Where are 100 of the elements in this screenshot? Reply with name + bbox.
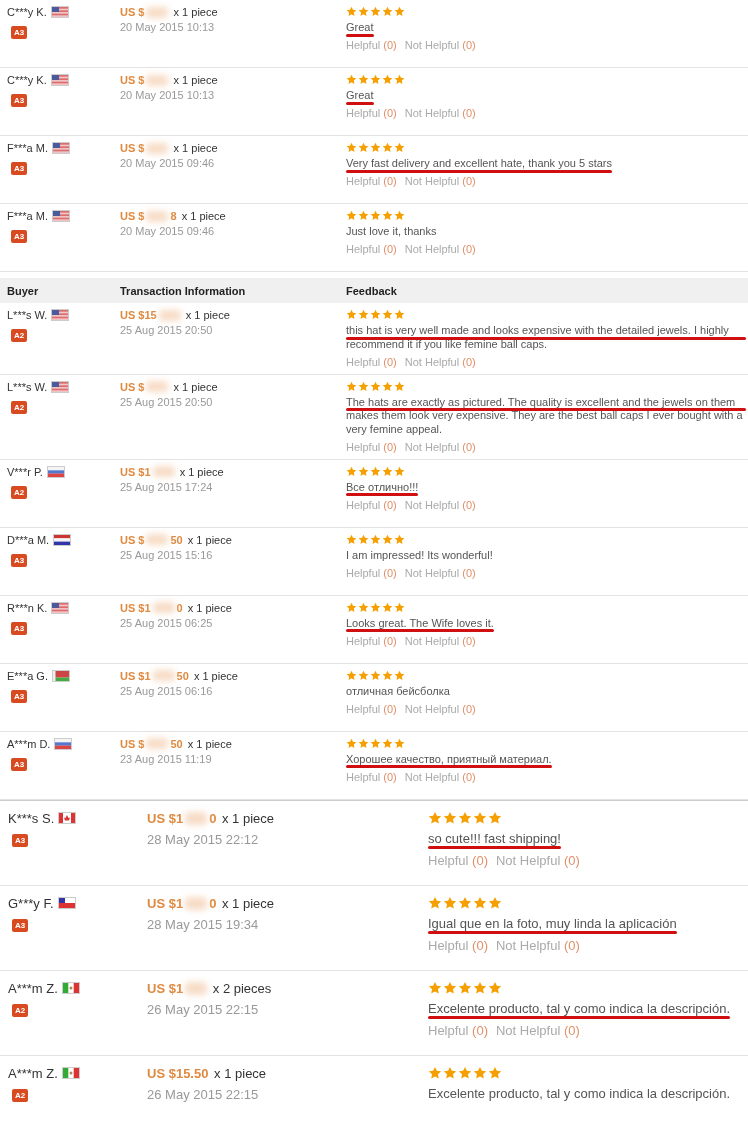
star-icon (346, 309, 357, 320)
helpful-link[interactable]: Helpful (0) (346, 355, 397, 368)
star-icon (428, 980, 442, 995)
not-helpful-link[interactable]: Not Helpful (0) (496, 1023, 580, 1038)
not-helpful-link[interactable]: Not Helpful (0) (404, 355, 476, 368)
flag-icon (57, 897, 76, 910)
flag-icon (51, 380, 70, 393)
not-helpful-link[interactable]: Not Helpful (0) (404, 440, 476, 453)
star-icon (382, 210, 393, 221)
star-icon (428, 1065, 442, 1080)
quantity: x 1 piece (221, 810, 275, 826)
star-icon (358, 74, 369, 85)
star-icon (346, 669, 357, 681)
blurred-price (185, 811, 208, 825)
not-helpful-link[interactable]: Not Helpful (0) (404, 634, 476, 647)
star-icon (370, 309, 381, 320)
star-icon (346, 380, 357, 392)
quantity: x 1 piece (172, 380, 218, 393)
order-date: 25 Aug 2015 20:50 (120, 324, 213, 336)
star-icon (473, 895, 487, 910)
order-date: 25 Aug 2015 17:24 (120, 480, 213, 493)
star-icon (382, 142, 393, 153)
not-helpful-link[interactable]: Not Helpful (0) (496, 938, 580, 953)
buyer-name: A***m D. (7, 737, 51, 750)
star-icon (382, 309, 393, 320)
star-icon (382, 380, 393, 392)
star-icon (394, 142, 405, 153)
review-text: Все отлично!!! (346, 480, 419, 495)
price: US $1 (120, 465, 151, 478)
star-icon (358, 210, 369, 221)
price: US $1 (147, 810, 184, 826)
not-helpful-link[interactable]: Not Helpful (0) (404, 770, 476, 783)
helpful-link[interactable]: Helpful (0) (428, 1023, 488, 1038)
not-helpful-link[interactable]: Not Helpful (0) (404, 242, 476, 255)
order-date: 25 Aug 2015 06:16 (120, 684, 213, 697)
order-date: 20 May 2015 10:13 (120, 89, 215, 101)
helpful-link[interactable]: Helpful (0) (346, 702, 397, 715)
not-helpful-link[interactable]: Not Helpful (0) (404, 498, 476, 511)
level-badge: A2 (12, 1003, 29, 1017)
helpful-link[interactable]: Helpful (0) (346, 38, 397, 51)
star-icon (370, 6, 381, 17)
star-icon (473, 980, 487, 995)
star-icon (358, 533, 369, 545)
price: 50 (170, 533, 183, 546)
not-helpful-link[interactable]: Not Helpful (0) (496, 853, 580, 868)
star-icon (458, 980, 472, 995)
star-icon (370, 210, 381, 221)
star-icon (394, 737, 405, 749)
helpful-link[interactable]: Helpful (0) (428, 938, 488, 953)
review-text: Just love it, thanks (346, 225, 437, 239)
order-date: 25 Aug 2015 15:16 (120, 548, 213, 561)
price: 0 (209, 895, 217, 911)
price: US $1 (120, 669, 151, 682)
star-icon (370, 74, 381, 85)
not-helpful-link[interactable]: Not Helpful (0) (404, 566, 476, 579)
helpful-link[interactable]: Helpful (0) (428, 853, 488, 868)
price: US $ (120, 210, 145, 222)
level-badge: A2 (11, 400, 28, 414)
buyer-name: F***a M. (7, 210, 48, 222)
not-helpful-link[interactable]: Not Helpful (0) (404, 702, 476, 715)
not-helpful-link[interactable]: Not Helpful (0) (404, 106, 476, 119)
price: US $ (120, 380, 145, 393)
helpful-link[interactable]: Helpful (0) (346, 770, 397, 783)
quantity: x 1 piece (192, 669, 238, 682)
price: US $15 (120, 309, 157, 321)
flag-icon (50, 6, 69, 18)
star-icon (358, 6, 369, 17)
order-date: 28 May 2015 22:12 (147, 831, 259, 847)
quantity: x 1 piece (186, 737, 232, 750)
review-text: Great (346, 21, 374, 35)
buyer-name: C***y K. (7, 74, 47, 86)
column-header: Buyer (7, 285, 40, 297)
helpful-link[interactable]: Helpful (0) (346, 566, 397, 579)
star-icon (458, 895, 472, 910)
star-icon (428, 895, 442, 910)
quantity: x 1 piece (186, 601, 232, 614)
order-date: 25 Aug 2015 20:50 (120, 395, 213, 408)
star-icon (488, 980, 502, 995)
not-helpful-link[interactable]: Not Helpful (0) (404, 174, 476, 187)
column-header: Transaction Information (120, 285, 247, 297)
blurred-price (146, 6, 169, 18)
quantity: x 1 piece (172, 142, 218, 154)
helpful-link[interactable]: Helpful (0) (346, 634, 397, 647)
buyer-name: V***r P. (7, 465, 43, 478)
helpful-link[interactable]: Helpful (0) (346, 498, 397, 511)
blurred-price (152, 466, 175, 478)
blurred-price (185, 896, 208, 910)
blurred-price (158, 309, 181, 321)
quantity: x 1 piece (221, 895, 275, 911)
star-icon (346, 737, 357, 749)
not-helpful-link[interactable]: Not Helpful (0) (404, 38, 476, 51)
star-icon (370, 669, 381, 681)
helpful-link[interactable]: Helpful (0) (346, 106, 397, 119)
review-text: Great (346, 89, 374, 103)
helpful-link[interactable]: Helpful (0) (346, 174, 397, 187)
helpful-link[interactable]: Helpful (0) (346, 242, 397, 255)
helpful-link[interactable]: Helpful (0) (346, 440, 397, 453)
review-text: Хорошее качество, приятный материал. (346, 752, 552, 767)
quantity: x 1 piece (180, 210, 226, 222)
buyer-name: D***a M. (7, 533, 50, 546)
